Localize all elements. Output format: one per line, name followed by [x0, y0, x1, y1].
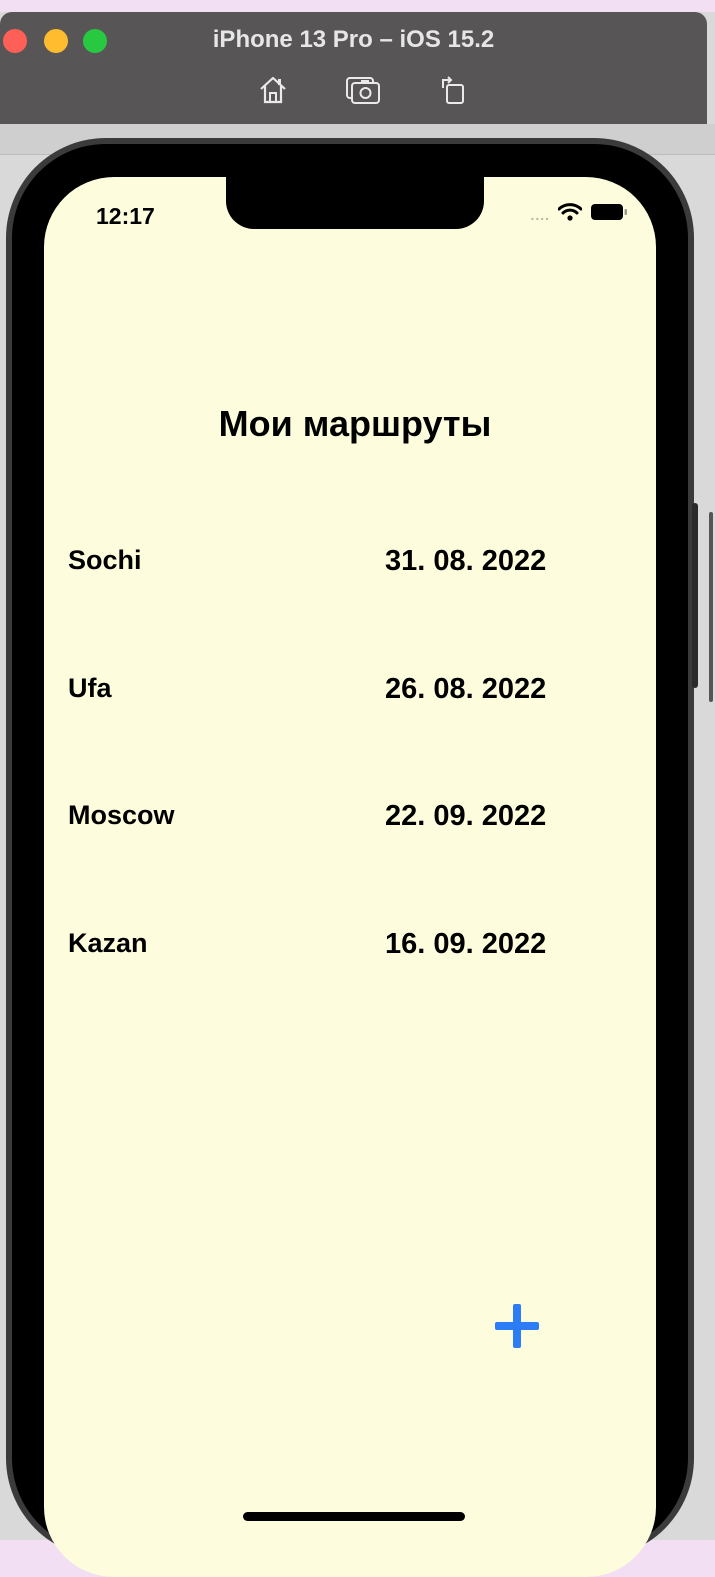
- signal-indicator: ....: [530, 206, 550, 223]
- route-date: 26. 08. 2022: [385, 673, 547, 705]
- device-bezel: 12:17 .... Мои маршруты Sochi 31. 08. 20…: [12, 144, 688, 1577]
- add-route-button[interactable]: [495, 1304, 541, 1350]
- simulator-title: iPhone 13 Pro – iOS 15.2: [212, 26, 495, 53]
- route-date: 16. 09. 2022: [385, 928, 547, 960]
- list-item[interactable]: Sochi 31. 08. 2022: [68, 545, 628, 585]
- route-city: Kazan: [68, 928, 148, 958]
- list-item[interactable]: Moscow 22. 09. 2022: [68, 800, 628, 840]
- battery-icon: [590, 203, 628, 226]
- side-button: [692, 503, 698, 688]
- wifi-icon: [557, 203, 583, 226]
- rotate-icon[interactable]: [435, 72, 471, 108]
- status-time: 12:17: [96, 203, 155, 229]
- notch: [226, 177, 484, 229]
- route-date: 31. 08. 2022: [385, 545, 547, 577]
- status-icons: ....: [530, 203, 628, 226]
- list-item[interactable]: Kazan 16. 09. 2022: [68, 928, 628, 968]
- page-title: Мои маршруты: [218, 403, 492, 444]
- route-date: 22. 09. 2022: [385, 800, 547, 832]
- device-frame: 12:17 .... Мои маршруты Sochi 31. 08. 20…: [6, 138, 698, 1577]
- app-screen: 12:17 .... Мои маршруты Sochi 31. 08. 20…: [44, 177, 656, 1577]
- route-city: Sochi: [68, 545, 142, 575]
- route-city: Ufa: [68, 673, 112, 703]
- list-item[interactable]: Ufa 26. 08. 2022: [68, 673, 628, 713]
- home-icon[interactable]: [255, 72, 291, 108]
- route-city: Moscow: [68, 800, 175, 830]
- home-indicator[interactable]: [243, 1512, 465, 1521]
- simulator-titlebar: iPhone 13 Pro – iOS 15.2: [0, 12, 707, 124]
- screenshot-icon[interactable]: [345, 72, 381, 108]
- simulator-toolbar: [255, 72, 471, 108]
- scrollbar[interactable]: [709, 512, 713, 702]
